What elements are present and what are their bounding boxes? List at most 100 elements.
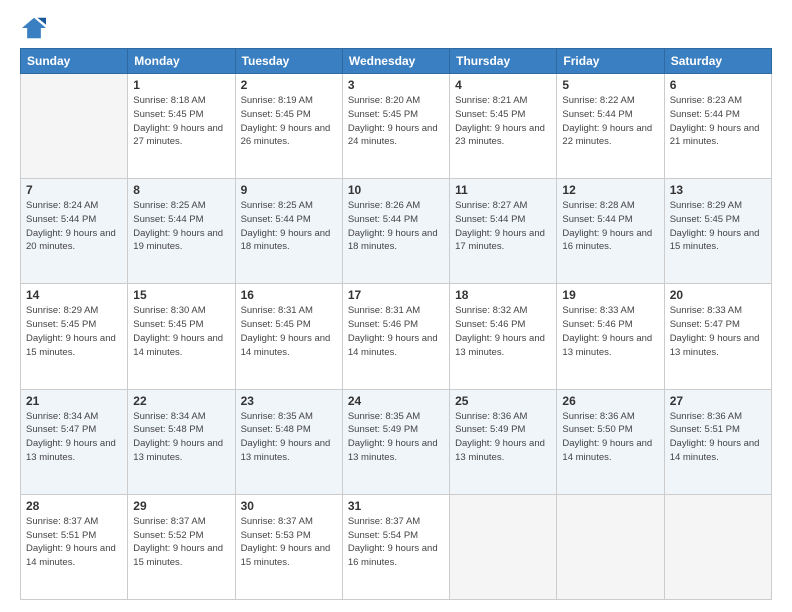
day-number: 14 [26, 288, 122, 302]
day-number: 30 [241, 499, 337, 513]
daylight-text: Daylight: 9 hours and 15 minutes. [26, 332, 122, 360]
day-detail: Sunrise: 8:29 AMSunset: 5:45 PMDaylight:… [670, 199, 766, 254]
col-header-wednesday: Wednesday [342, 49, 449, 74]
day-number: 27 [670, 394, 766, 408]
day-number: 20 [670, 288, 766, 302]
day-detail: Sunrise: 8:36 AMSunset: 5:50 PMDaylight:… [562, 410, 658, 465]
col-header-tuesday: Tuesday [235, 49, 342, 74]
calendar-cell: 6 Sunrise: 8:23 AMSunset: 5:44 PMDaylight… [664, 74, 771, 179]
calendar-cell: 12Sunrise: 8:28 AMSunset: 5:44 PMDayligh… [557, 179, 664, 284]
day-number: 4 [455, 78, 551, 92]
sunrise-text: Sunrise: 8:37 AM [26, 515, 122, 529]
day-detail: Sunrise: 8:20 AMSunset: 5:45 PMDaylight:… [348, 94, 444, 149]
daylight-text: Daylight: 9 hours and 15 minutes. [133, 542, 229, 570]
sunrise-text: Sunrise: 8:37 AM [348, 515, 444, 529]
day-detail: Sunrise: 8:32 AMSunset: 5:46 PMDaylight:… [455, 304, 551, 359]
sunrise-text: Sunrise: 8:34 AM [133, 410, 229, 424]
col-header-friday: Friday [557, 49, 664, 74]
day-number: 22 [133, 394, 229, 408]
daylight-text: Daylight: 9 hours and 13 minutes. [455, 437, 551, 465]
day-number: 17 [348, 288, 444, 302]
sunset-text: Sunset: 5:51 PM [26, 529, 122, 543]
calendar-cell: 24Sunrise: 8:35 AMSunset: 5:49 PMDayligh… [342, 389, 449, 494]
daylight-text: Daylight: 9 hours and 13 minutes. [133, 437, 229, 465]
sunrise-text: Sunrise: 8:18 AM [133, 94, 229, 108]
day-detail: Sunrise: 8:34 AMSunset: 5:47 PMDaylight:… [26, 410, 122, 465]
calendar-cell: 14Sunrise: 8:29 AMSunset: 5:45 PMDayligh… [21, 284, 128, 389]
sunrise-text: Sunrise: 8:36 AM [455, 410, 551, 424]
sunset-text: Sunset: 5:44 PM [670, 108, 766, 122]
day-detail: Sunrise: 8:30 AMSunset: 5:45 PMDaylight:… [133, 304, 229, 359]
daylight-text: Daylight: 9 hours and 18 minutes. [348, 227, 444, 255]
day-detail: Sunrise: 8:33 AMSunset: 5:46 PMDaylight:… [562, 304, 658, 359]
daylight-text: Daylight: 9 hours and 14 minutes. [133, 332, 229, 360]
sunset-text: Sunset: 5:44 PM [26, 213, 122, 227]
col-header-monday: Monday [128, 49, 235, 74]
day-detail: Sunrise: 8:19 AMSunset: 5:45 PMDaylight:… [241, 94, 337, 149]
sunrise-text: Sunrise: 8:37 AM [133, 515, 229, 529]
calendar-cell: 10Sunrise: 8:26 AMSunset: 5:44 PMDayligh… [342, 179, 449, 284]
calendar-cell: 3 Sunrise: 8:20 AMSunset: 5:45 PMDaylight… [342, 74, 449, 179]
sunset-text: Sunset: 5:49 PM [455, 423, 551, 437]
day-detail: Sunrise: 8:21 AMSunset: 5:45 PMDaylight:… [455, 94, 551, 149]
day-number: 31 [348, 499, 444, 513]
sunset-text: Sunset: 5:44 PM [562, 213, 658, 227]
day-number: 29 [133, 499, 229, 513]
col-header-sunday: Sunday [21, 49, 128, 74]
day-detail: Sunrise: 8:31 AMSunset: 5:46 PMDaylight:… [348, 304, 444, 359]
header [20, 16, 772, 40]
day-detail: Sunrise: 8:36 AMSunset: 5:49 PMDaylight:… [455, 410, 551, 465]
daylight-text: Daylight: 9 hours and 14 minutes. [562, 437, 658, 465]
daylight-text: Daylight: 9 hours and 27 minutes. [133, 122, 229, 150]
sunset-text: Sunset: 5:45 PM [670, 213, 766, 227]
sunset-text: Sunset: 5:45 PM [241, 108, 337, 122]
sunrise-text: Sunrise: 8:31 AM [348, 304, 444, 318]
calendar-cell: 16Sunrise: 8:31 AMSunset: 5:45 PMDayligh… [235, 284, 342, 389]
daylight-text: Daylight: 9 hours and 14 minutes. [241, 332, 337, 360]
sunrise-text: Sunrise: 8:31 AM [241, 304, 337, 318]
calendar-cell: 21Sunrise: 8:34 AMSunset: 5:47 PMDayligh… [21, 389, 128, 494]
sunset-text: Sunset: 5:45 PM [348, 108, 444, 122]
sunrise-text: Sunrise: 8:25 AM [241, 199, 337, 213]
calendar-cell: 11Sunrise: 8:27 AMSunset: 5:44 PMDayligh… [450, 179, 557, 284]
day-detail: Sunrise: 8:22 AMSunset: 5:44 PMDaylight:… [562, 94, 658, 149]
daylight-text: Daylight: 9 hours and 21 minutes. [670, 122, 766, 150]
calendar-cell: 29Sunrise: 8:37 AMSunset: 5:52 PMDayligh… [128, 494, 235, 599]
day-number: 9 [241, 183, 337, 197]
sunset-text: Sunset: 5:44 PM [348, 213, 444, 227]
sunrise-text: Sunrise: 8:36 AM [562, 410, 658, 424]
daylight-text: Daylight: 9 hours and 18 minutes. [241, 227, 337, 255]
sunset-text: Sunset: 5:44 PM [241, 213, 337, 227]
calendar-cell: 4 Sunrise: 8:21 AMSunset: 5:45 PMDaylight… [450, 74, 557, 179]
col-header-saturday: Saturday [664, 49, 771, 74]
day-detail: Sunrise: 8:27 AMSunset: 5:44 PMDaylight:… [455, 199, 551, 254]
calendar-cell: 23Sunrise: 8:35 AMSunset: 5:48 PMDayligh… [235, 389, 342, 494]
sunrise-text: Sunrise: 8:23 AM [670, 94, 766, 108]
day-number: 3 [348, 78, 444, 92]
daylight-text: Daylight: 9 hours and 13 minutes. [348, 437, 444, 465]
calendar-cell: 8Sunrise: 8:25 AMSunset: 5:44 PMDaylight… [128, 179, 235, 284]
day-detail: Sunrise: 8:18 AMSunset: 5:45 PMDaylight:… [133, 94, 229, 149]
daylight-text: Daylight: 9 hours and 16 minutes. [348, 542, 444, 570]
sunset-text: Sunset: 5:50 PM [562, 423, 658, 437]
sunrise-text: Sunrise: 8:22 AM [562, 94, 658, 108]
sunset-text: Sunset: 5:45 PM [455, 108, 551, 122]
day-number: 6 [670, 78, 766, 92]
daylight-text: Daylight: 9 hours and 19 minutes. [133, 227, 229, 255]
calendar-cell: 17 Sunrise: 8:31 AMSunset: 5:46 PMDayligh… [342, 284, 449, 389]
logo [20, 16, 52, 40]
day-number: 12 [562, 183, 658, 197]
day-number: 26 [562, 394, 658, 408]
daylight-text: Daylight: 9 hours and 20 minutes. [26, 227, 122, 255]
calendar-cell [21, 74, 128, 179]
sunset-text: Sunset: 5:48 PM [133, 423, 229, 437]
calendar-cell: 18Sunrise: 8:32 AMSunset: 5:46 PMDayligh… [450, 284, 557, 389]
sunrise-text: Sunrise: 8:36 AM [670, 410, 766, 424]
sunset-text: Sunset: 5:49 PM [348, 423, 444, 437]
day-number: 1 [133, 78, 229, 92]
sunrise-text: Sunrise: 8:29 AM [670, 199, 766, 213]
page: SundayMondayTuesdayWednesdayThursdayFrid… [0, 0, 792, 612]
logo-icon [20, 16, 48, 40]
daylight-text: Daylight: 9 hours and 13 minutes. [670, 332, 766, 360]
day-detail: Sunrise: 8:37 AMSunset: 5:53 PMDaylight:… [241, 515, 337, 570]
